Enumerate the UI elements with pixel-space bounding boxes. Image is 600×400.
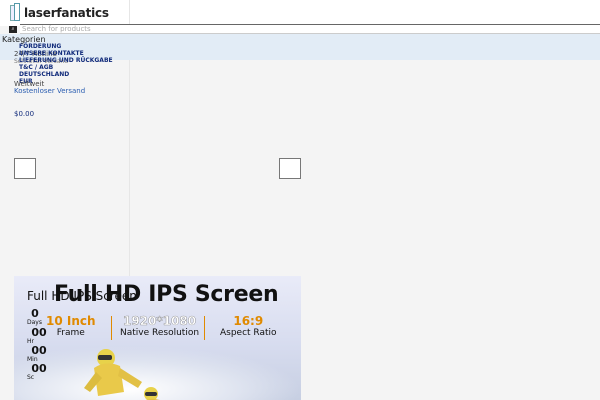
menu-item-lieferung[interactable]: LIEFERUNG UND RÜCKGABE <box>19 57 113 64</box>
category-menu: FÖRDERUNG UNSERE KONTAKTE LIEFERUNG UND … <box>19 43 113 85</box>
spec-divider <box>204 316 205 340</box>
carousel-prev-button[interactable] <box>14 158 36 179</box>
spec-resolution-value: 1920*1080 <box>122 314 197 328</box>
spec-ratio-label: Aspect Ratio <box>220 328 277 338</box>
menu-item-foerderung[interactable]: FÖRDERUNG <box>19 43 113 50</box>
menu-item-kontakte[interactable]: UNSERE KONTAKTE <box>19 50 113 57</box>
search-bar: ⌕ <box>8 24 600 34</box>
spec-divider <box>111 316 112 340</box>
spec-resolution-label: Native Resolution <box>120 328 200 338</box>
free-shipping-link[interactable]: Kostenloser Versand <box>14 87 85 95</box>
spec-ratio-value: 16:9 <box>233 314 264 328</box>
search-input[interactable] <box>20 24 600 34</box>
cart-total[interactable]: $0.00 <box>14 110 34 118</box>
logo-text: laserfanatics <box>24 5 109 20</box>
menu-item-agb[interactable]: T&C / AGB <box>19 64 113 71</box>
countdown-seconds-label: Sc <box>27 374 35 381</box>
menu-item-language[interactable]: DEUTSCHLAND <box>19 71 113 78</box>
snowboarder-second-image <box>144 387 160 400</box>
search-icon[interactable]: ⌕ <box>9 26 17 33</box>
countdown-hours: 00 Hr <box>27 326 57 345</box>
product-banner[interactable]: Full HD IPS Screen Full HD IPS Screen 10… <box>14 276 301 400</box>
banner-title: Full HD IPS Screen <box>54 282 279 307</box>
countdown-days: 0 Days <box>27 307 57 326</box>
spec-ratio: 16:9 Aspect Ratio <box>220 314 277 338</box>
countdown-minutes: 00 Min <box>27 344 57 363</box>
logo-icon <box>10 3 22 22</box>
countdown-seconds: 00 Sc <box>27 362 57 381</box>
spec-resolution: 1920*1080 Native Resolution <box>120 314 199 338</box>
site-header: laserfanatics <box>0 0 600 26</box>
site-logo[interactable]: laserfanatics <box>10 3 109 22</box>
countdown-days-label: Days <box>27 319 42 326</box>
carousel-next-button[interactable] <box>279 158 301 179</box>
